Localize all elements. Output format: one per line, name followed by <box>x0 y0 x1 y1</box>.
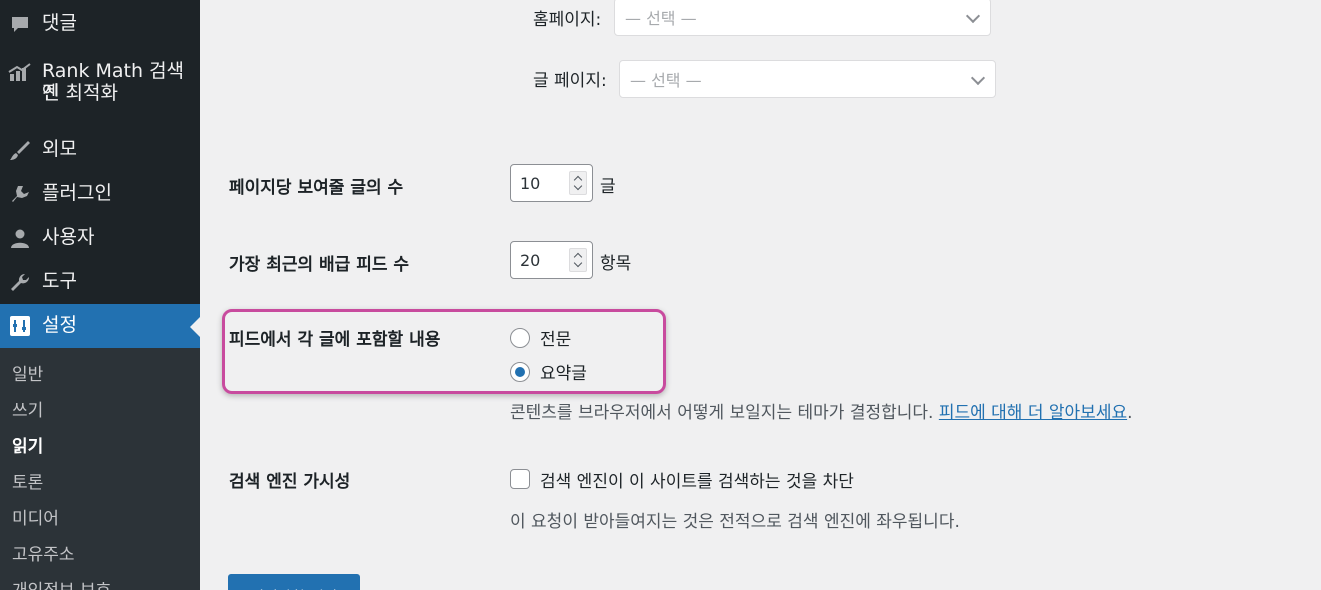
menu-label: 플러그인 <box>42 182 112 204</box>
radio-excerpt[interactable] <box>510 362 530 382</box>
chevron-down-icon <box>970 70 986 86</box>
highlight-annotation <box>222 309 666 394</box>
radio-full-text-label[interactable]: 전문 <box>540 325 571 350</box>
menu-label: 설정 <box>42 314 77 336</box>
search-visibility-label: 검색 엔진 가시성 <box>229 472 351 492</box>
homepage-select-value: — 선택 — <box>625 9 697 28</box>
menu-item-appearance[interactable]: 외모 <box>0 138 200 166</box>
menu-item-settings[interactable]: 설정 <box>0 304 200 348</box>
plugin-icon <box>7 182 33 208</box>
submenu-item-media[interactable]: 미디어 <box>12 508 59 530</box>
homepage-select[interactable]: — 선택 — <box>614 0 991 36</box>
menu-item-comments[interactable]: 댓글 <box>0 12 200 40</box>
submenu-item-reading[interactable]: 읽기 <box>12 436 43 458</box>
submenu-item-privacy[interactable]: 개인정보 보호 <box>12 580 111 590</box>
postspage-label: 글 페이지: <box>533 71 607 91</box>
feed-items-input[interactable]: 20 <box>510 241 593 279</box>
posts-per-page-unit: 글 <box>600 177 616 197</box>
posts-per-page-value: 10 <box>520 173 541 193</box>
postspage-select[interactable]: — 선택 — <box>619 60 996 98</box>
menu-item-users[interactable]: 사용자 <box>0 226 200 254</box>
user-icon <box>7 226 33 252</box>
number-spinner[interactable] <box>569 248 587 272</box>
search-visibility-checkbox[interactable] <box>510 469 530 489</box>
posts-per-page-label: 페이지당 보여줄 글의 수 <box>229 178 404 198</box>
settings-main: 홈페이지: — 선택 — 글 페이지: — 선택 — 페이지당 보여줄 글의 수… <box>200 0 1321 590</box>
menu-label: 외모 <box>42 138 77 160</box>
radio-excerpt-label[interactable]: 요약글 <box>540 359 587 384</box>
feed-description-text: 콘텐츠를 브라우저에서 어떻게 보일지는 테마가 결정합니다. <box>510 403 934 423</box>
search-visibility-checkbox-label[interactable]: 검색 엔진이 이 사이트를 검색하는 것을 차단 <box>540 467 854 492</box>
feed-items-unit: 항목 <box>600 254 632 274</box>
feed-description: 콘텐츠를 브라우저에서 어떻게 보일지는 테마가 결정합니다. 피드에 대해 더… <box>510 398 1133 423</box>
menu-label: 댓글 <box>42 12 77 34</box>
feed-items-label: 가장 최근의 배급 피드 수 <box>229 255 410 275</box>
menu-item-tools[interactable]: 도구 <box>0 270 200 298</box>
feed-description-period: . <box>1127 403 1133 423</box>
number-spinner[interactable] <box>569 171 587 195</box>
rank-math-icon <box>7 60 33 86</box>
postspage-select-value: — 선택 — <box>630 71 702 90</box>
chevron-down-icon <box>965 8 981 24</box>
submenu-item-general[interactable]: 일반 <box>12 364 43 386</box>
feed-content-label: 피드에서 각 글에 포함할 내용 <box>229 330 441 350</box>
settings-icon <box>7 313 33 339</box>
submenu-item-permalinks[interactable]: 고유주소 <box>12 544 75 566</box>
menu-item-plugins[interactable]: 플러그인 <box>0 182 200 210</box>
menu-item-rank-math[interactable]: Rank Math 검색엔 진 최적화 <box>0 60 200 108</box>
brush-icon <box>7 138 33 164</box>
submenu-item-discussion[interactable]: 토론 <box>12 472 43 494</box>
submenu-item-writing[interactable]: 쓰기 <box>12 400 43 422</box>
feed-items-value: 20 <box>520 250 541 270</box>
comment-icon <box>7 12 33 38</box>
admin-sidebar: 댓글 Rank Math 검색엔 진 최적화 외모 플러그인 사용자 도구 설정… <box>0 0 200 590</box>
save-changes-button[interactable]: 변경사항 저장 <box>228 574 360 590</box>
settings-submenu: 일반 쓰기 읽기 토론 미디어 고유주소 개인정보 보호 <box>0 348 200 590</box>
homepage-label: 홈페이지: <box>533 10 602 30</box>
feed-learn-more-link[interactable]: 피드에 대해 더 알아보세요 <box>939 403 1127 423</box>
posts-per-page-input[interactable]: 10 <box>510 164 593 202</box>
wrench-icon <box>7 270 33 296</box>
search-visibility-description: 이 요청이 받아들여지는 것은 전적으로 검색 엔진에 좌우됩니다. <box>510 512 960 532</box>
menu-label: 도구 <box>42 270 77 292</box>
menu-label-line2: 진 최적화 <box>42 82 118 104</box>
menu-label: 사용자 <box>42 226 95 248</box>
radio-full-text[interactable] <box>510 328 530 348</box>
